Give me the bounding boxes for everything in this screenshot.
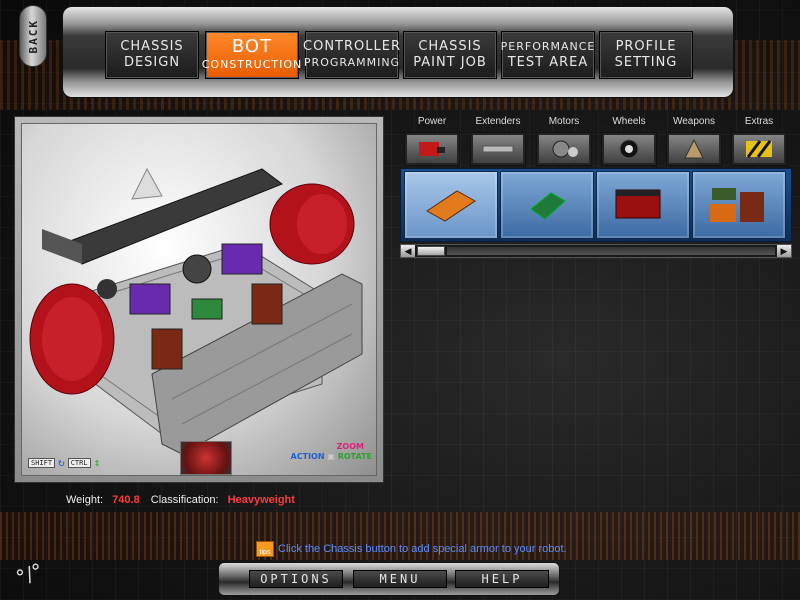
- tab-label-line2: SETTING: [614, 55, 678, 70]
- category-label-wheels: Wheels: [612, 116, 646, 127]
- rotate-controls-hint: SHIFT ↻ CTRL ↕: [28, 456, 100, 469]
- scroll-right-arrow-icon[interactable]: ▶: [777, 245, 791, 257]
- category-weapons-button[interactable]: [666, 132, 722, 166]
- battery-icon: [419, 142, 445, 156]
- mouse-icon: ▣: [327, 452, 335, 461]
- tab-performance-test-area[interactable]: PERFORMANCE TEST AREA: [501, 31, 595, 79]
- tab-bot-construction[interactable]: BOT CONSTRUCTION: [202, 31, 301, 79]
- classification-label: Classification:: [150, 494, 219, 506]
- motor-icon: [552, 140, 578, 158]
- scroll-thumb[interactable]: [417, 246, 445, 256]
- part-item-red-battery[interactable]: [596, 171, 690, 239]
- tab-chassis-paint-job[interactable]: CHASSIS PAINT JOB: [403, 31, 497, 79]
- action-label: ACTION: [290, 452, 325, 461]
- rotate-label: ROTATE: [337, 452, 372, 461]
- tab-label-line1: PROFILE: [615, 39, 677, 54]
- shift-key: SHIFT: [28, 457, 56, 468]
- rotate-icon: ↻: [58, 456, 65, 469]
- weight-label: Weight:: [66, 494, 104, 506]
- tab-label-line1: CHASSIS: [418, 39, 482, 54]
- top-nav-bar: CHASSIS DESIGN BOT CONSTRUCTION CONTROLL…: [62, 6, 734, 98]
- ctrl-key: CTRL: [67, 457, 91, 468]
- category-extras-button[interactable]: [731, 132, 787, 166]
- tab-label-line1: CONTROLLER: [303, 39, 401, 54]
- tab-label-line1: BOT: [231, 36, 273, 57]
- robot-model-render: [29, 167, 363, 455]
- tab-label-line2: CONSTRUCTION: [201, 58, 303, 71]
- category-extenders-button[interactable]: [470, 132, 526, 166]
- category-wheels-button[interactable]: [601, 132, 657, 166]
- scroll-left-arrow-icon[interactable]: ◀: [401, 245, 415, 257]
- vertical-arrow-icon: ↕: [93, 456, 101, 469]
- tab-controller-programming[interactable]: CONTROLLER PROGRAMMING: [303, 31, 401, 79]
- tab-label-line1: PERFORMANCE: [500, 40, 596, 53]
- back-button-label: BACK: [26, 18, 40, 54]
- menu-button[interactable]: MENU: [353, 570, 447, 588]
- tab-label-line2: PAINT JOB: [413, 55, 487, 70]
- part-item-battery-cells[interactable]: [692, 171, 786, 239]
- circuit-board-icon: [530, 192, 566, 220]
- wheel-icon: [619, 139, 639, 159]
- options-button[interactable]: OPTIONS: [249, 570, 343, 588]
- back-button[interactable]: BACK: [19, 5, 47, 67]
- bottom-menu-bar: OPTIONS MENU HELP: [218, 562, 560, 596]
- bot-stats: Weight: 740.8 Classification: Heavyweigh…: [66, 494, 303, 506]
- parts-tray: [400, 168, 792, 242]
- category-label-extenders: Extenders: [475, 116, 521, 127]
- parts-scrollbar[interactable]: ◀ ▶: [400, 244, 792, 258]
- robot-preview-viewport[interactable]: SHIFT ↻ CTRL ↕ ZOOM ACTION ▣ ROTATE: [21, 123, 377, 476]
- weapon-spike-icon: [684, 138, 704, 159]
- tab-label-line2: TEST AREA: [507, 55, 589, 70]
- tab-label-line1: CHASSIS: [120, 39, 184, 54]
- parts-panel: Power Extenders Motors Wheels Weapons Ex…: [400, 112, 792, 262]
- help-button[interactable]: HELP: [455, 570, 549, 588]
- category-motors-button[interactable]: [536, 132, 592, 166]
- part-thumbnail[interactable]: [180, 441, 232, 475]
- part-item-circuit-board[interactable]: [500, 171, 594, 239]
- category-label-weapons: Weapons: [672, 116, 716, 127]
- tab-profile-setting[interactable]: PROFILE SETTING: [599, 31, 693, 79]
- extender-bar-icon: [482, 145, 514, 153]
- orange-battery-pack-icon: [426, 190, 476, 222]
- tips-icon-label: tips: [259, 549, 271, 556]
- tab-label-line2: DESIGN: [123, 55, 181, 70]
- category-label-power: Power: [417, 116, 447, 127]
- tip-text: Click the Chassis button to add special …: [278, 543, 567, 555]
- category-power-button[interactable]: [404, 132, 460, 166]
- mouse-controls-hint: ZOOM ACTION ▣ ROTATE: [290, 442, 372, 461]
- part-item-orange-battery[interactable]: [404, 171, 498, 239]
- weight-value: 740.8: [112, 494, 140, 506]
- tab-chassis-design[interactable]: CHASSIS DESIGN: [105, 31, 199, 79]
- scroll-track[interactable]: [447, 247, 775, 255]
- robot-preview-frame: SHIFT ↻ CTRL ↕ ZOOM ACTION ▣ ROTATE: [14, 116, 384, 483]
- tab-label-line2: PROGRAMMING: [303, 56, 401, 69]
- category-label-motors: Motors: [548, 116, 580, 127]
- category-labels: Power Extenders Motors Wheels Weapons Ex…: [400, 116, 792, 130]
- tip-bar: tips Click the Chassis button to add spe…: [256, 541, 567, 557]
- red-battery-block-icon: [615, 189, 661, 219]
- category-label-extras: Extras: [744, 116, 774, 127]
- zoom-label: ZOOM: [336, 442, 364, 451]
- hazard-stripes-icon: [746, 140, 772, 158]
- battery-cells-icon: [710, 188, 764, 222]
- classification-value: Heavyweight: [227, 494, 295, 506]
- tips-icon: tips: [256, 541, 274, 557]
